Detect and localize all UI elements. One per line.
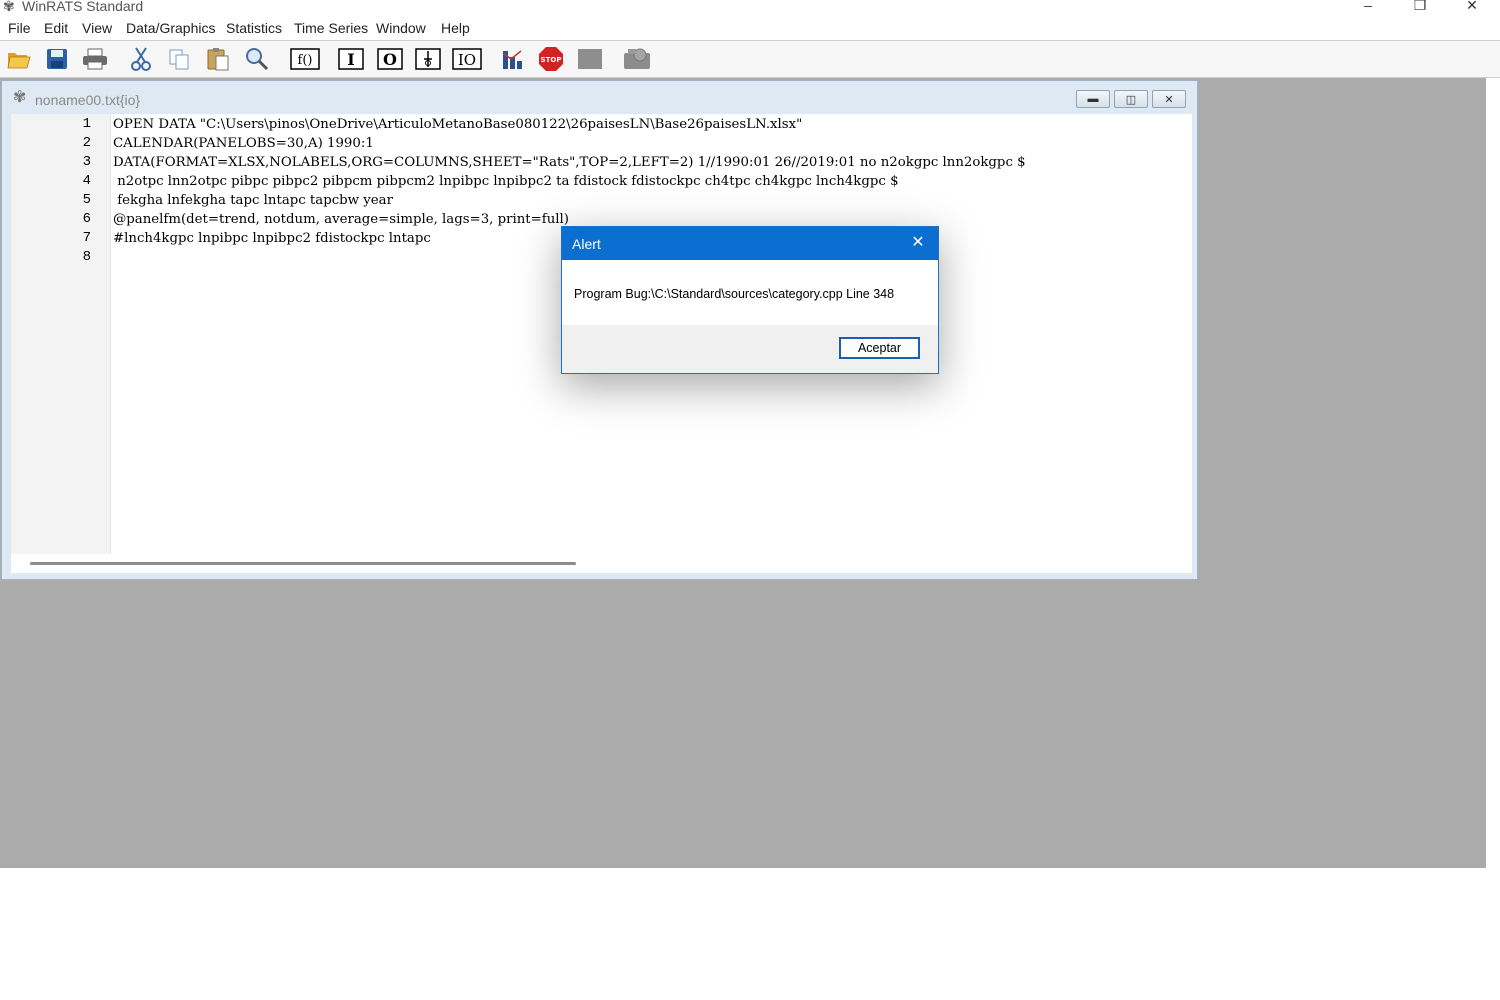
horizontal-scrollbar-thumb[interactable] (30, 562, 576, 565)
open-folder-icon[interactable] (6, 46, 32, 72)
document-app-icon: ✾ (13, 89, 27, 106)
minimize-button[interactable]: – (1348, 0, 1388, 14)
code-line[interactable]: CALENDAR(PANELOBS=30,A) 1990:1 (113, 134, 374, 153)
line-number: 3 (82, 154, 91, 170)
io-split-icon[interactable] (415, 46, 441, 72)
document-minimize-button[interactable]: ▬ (1076, 90, 1110, 108)
winrats-app-icon: ✾ (3, 0, 15, 14)
line-number: 2 (82, 135, 91, 151)
code-line[interactable]: DATA(FORMAT=XLSX,NOLABELS,ORG=COLUMNS,SH… (113, 153, 1026, 172)
alert-footer: Aceptar (562, 325, 938, 373)
svg-text:STOP: STOP (541, 56, 562, 64)
close-button[interactable]: ✕ (1452, 0, 1492, 14)
save-icon[interactable] (44, 46, 70, 72)
document-title: noname00.txt{io} (35, 92, 141, 108)
stop-icon[interactable]: STOP (538, 46, 564, 72)
menu-data-graphics[interactable]: Data/Graphics (126, 20, 215, 36)
line-number-gutter: 1 2 3 4 5 6 7 8 (11, 114, 111, 554)
code-line[interactable]: fekgha lnfekgha tapc lntapc tapcbw year (113, 191, 393, 210)
menu-view[interactable]: View (82, 20, 112, 36)
chart-icon[interactable] (500, 46, 526, 72)
alert-message: Program Bug:\C:\Standard\sources\categor… (574, 287, 895, 301)
svg-text:O: O (383, 50, 397, 69)
code-line[interactable]: #lnch4kgpc lnpibpc lnpibpc2 fdistockpc l… (113, 229, 431, 248)
document-close-button[interactable]: ✕ (1152, 90, 1186, 108)
alert-close-icon[interactable]: ✕ (908, 233, 928, 253)
horizontal-scrollbar[interactable] (11, 554, 1192, 573)
maximize-icon: ◫ (1125, 93, 1137, 106)
menu-time-series[interactable]: Time Series (294, 20, 368, 36)
function-icon[interactable]: f() (290, 46, 320, 72)
app-title: WinRATS Standard (22, 0, 144, 14)
paste-icon[interactable] (205, 46, 231, 72)
menu-bar: File Edit View Data/Graphics Statistics … (0, 16, 1500, 41)
line-number: 4 (82, 173, 91, 189)
line-number: 8 (82, 249, 91, 265)
cut-icon[interactable] (128, 46, 154, 72)
toolbar: f() I O IO STOP (0, 41, 1500, 78)
alert-title-bar: Alert ✕ (562, 227, 938, 260)
minimize-icon: ▬ (1087, 93, 1099, 105)
accept-button[interactable]: Aceptar (839, 337, 920, 359)
find-icon[interactable] (244, 46, 270, 72)
gray-box-icon[interactable] (577, 46, 603, 72)
code-line[interactable]: n2otpc lnn2otpc pibpc pibpc2 pibpcm pibp… (113, 172, 898, 191)
menu-window[interactable]: Window (376, 20, 426, 36)
menu-edit[interactable]: Edit (44, 20, 68, 36)
output-icon[interactable]: O (377, 46, 403, 72)
svg-text:f(): f() (298, 53, 313, 68)
code-line[interactable]: @panelfm(det=trend, notdum, average=simp… (113, 210, 569, 229)
line-number: 5 (82, 192, 91, 208)
code-line[interactable]: OPEN DATA "C:\Users\pinos\OneDrive\Artic… (113, 115, 802, 134)
copy-icon[interactable] (166, 46, 192, 72)
input-icon[interactable]: I (338, 46, 364, 72)
menu-file[interactable]: File (8, 20, 31, 36)
wizard-icon[interactable] (622, 46, 654, 72)
menu-help[interactable]: Help (441, 20, 470, 36)
print-icon[interactable] (82, 46, 108, 72)
alert-dialog: Alert ✕ Program Bug:\C:\Standard\sources… (561, 226, 939, 374)
app-title-bar: ✾ WinRATS Standard – ❐ ✕ (0, 0, 1500, 14)
line-number: 6 (82, 211, 91, 227)
alert-title: Alert (572, 236, 601, 252)
svg-text:IO: IO (458, 51, 476, 69)
line-number: 1 (82, 116, 91, 132)
restore-button[interactable]: ❐ (1400, 0, 1440, 14)
line-number: 7 (82, 230, 91, 246)
svg-text:I: I (347, 50, 354, 69)
document-maximize-button[interactable]: ◫ (1114, 90, 1148, 108)
menu-statistics[interactable]: Statistics (226, 20, 282, 36)
io-icon[interactable]: IO (452, 46, 482, 72)
close-icon: ✕ (1164, 93, 1174, 106)
